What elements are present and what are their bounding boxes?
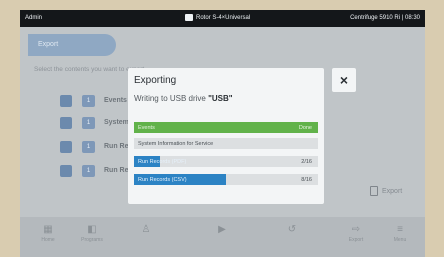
toolbar-menu-button[interactable]: ≡ Menu bbox=[386, 223, 414, 251]
checkbox[interactable] bbox=[60, 141, 72, 153]
count-badge: 1 bbox=[82, 165, 95, 177]
dialog-title: Exporting bbox=[134, 75, 177, 86]
export-icon: ⇨ bbox=[351, 224, 361, 235]
progress-count: 2/16 bbox=[301, 159, 312, 165]
progress-label: System Information for Service bbox=[138, 141, 214, 147]
checkbox[interactable] bbox=[60, 95, 72, 107]
progress-fill bbox=[134, 122, 318, 133]
export-progress-dialog: Exporting Writing to USB drive "USB" Eve… bbox=[128, 68, 324, 204]
count-badge: 1 bbox=[82, 117, 95, 129]
export-side-button[interactable]: Export bbox=[370, 186, 403, 196]
export-side-label: Export bbox=[382, 188, 403, 195]
progress-label: Run Records (CSV) bbox=[138, 177, 187, 183]
toolbar-start-button[interactable]: ▶ bbox=[208, 223, 236, 251]
count-badge: 1 bbox=[82, 141, 95, 153]
toolbar-home-button[interactable]: ▦ Home bbox=[34, 223, 62, 251]
undo-icon: ↺ bbox=[287, 224, 297, 235]
dialog-message: Writing to USB drive "USB" bbox=[134, 94, 233, 103]
bottom-toolbar: ▦ Home ◧ Programs ♙ ▶ ↺ ⇨ Export ≡ Menu bbox=[20, 217, 425, 257]
status-bar: Admin Rotor S-4×Universal Centrifuge 591… bbox=[20, 10, 425, 27]
home-icon: ▦ bbox=[43, 224, 53, 235]
progress-bar-system-info: System Information for Service bbox=[134, 138, 318, 149]
close-button[interactable]: × bbox=[332, 68, 356, 92]
list-item-label: Events bbox=[104, 97, 127, 104]
rotor-label: Rotor S-4×Universal bbox=[196, 15, 251, 21]
user-label: Admin bbox=[25, 15, 43, 21]
progress-count: Done bbox=[298, 125, 312, 131]
user-icon: ♙ bbox=[141, 224, 151, 235]
progress-bar-run-records-pdf: Run Records (PDF) 2/16 bbox=[134, 156, 318, 167]
progress-count: 8/16 bbox=[301, 177, 312, 183]
programs-icon: ◧ bbox=[87, 224, 97, 235]
play-icon: ▶ bbox=[218, 224, 226, 235]
progress-bar-events: Events Done bbox=[134, 122, 318, 133]
toolbar-programs-button[interactable]: ◧ Programs bbox=[78, 223, 106, 251]
checkbox[interactable] bbox=[60, 117, 72, 129]
progress-bar-run-records-csv: Run Records (CSV) 8/16 bbox=[134, 174, 318, 185]
menu-icon: ≡ bbox=[397, 224, 403, 235]
toolbar-user-button[interactable]: ♙ bbox=[132, 223, 160, 251]
progress-label: Run Records (PDF) bbox=[138, 159, 187, 165]
checkbox[interactable] bbox=[60, 165, 72, 177]
close-icon: × bbox=[339, 72, 349, 88]
drive-name: "USB" bbox=[208, 94, 233, 103]
toolbar-undo-button[interactable]: ↺ bbox=[278, 223, 306, 251]
toolbar-export-button[interactable]: ⇨ Export bbox=[342, 223, 370, 251]
progress-label: Events bbox=[138, 125, 155, 131]
tab-export[interactable]: Export bbox=[28, 34, 116, 56]
export-icon bbox=[370, 186, 378, 196]
count-badge: 1 bbox=[82, 95, 95, 107]
rotor-icon bbox=[185, 14, 193, 21]
device-label: Centrifuge 5910 Ri | 08:30 bbox=[350, 15, 420, 21]
